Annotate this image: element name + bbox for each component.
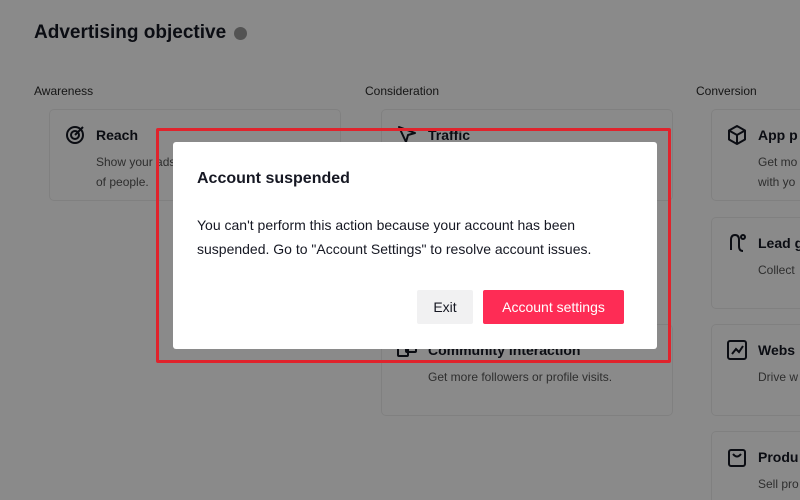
account-settings-button[interactable]: Account settings xyxy=(483,290,624,324)
dialog-title: Account suspended xyxy=(197,170,350,187)
dialog-message: You can't perform this action because yo… xyxy=(197,217,592,257)
ads-manager-page: Advertising objective Awareness Consider… xyxy=(0,0,800,500)
account-suspended-dialog: Account suspended You can't perform this… xyxy=(173,142,657,349)
exit-button[interactable]: Exit xyxy=(417,290,473,324)
